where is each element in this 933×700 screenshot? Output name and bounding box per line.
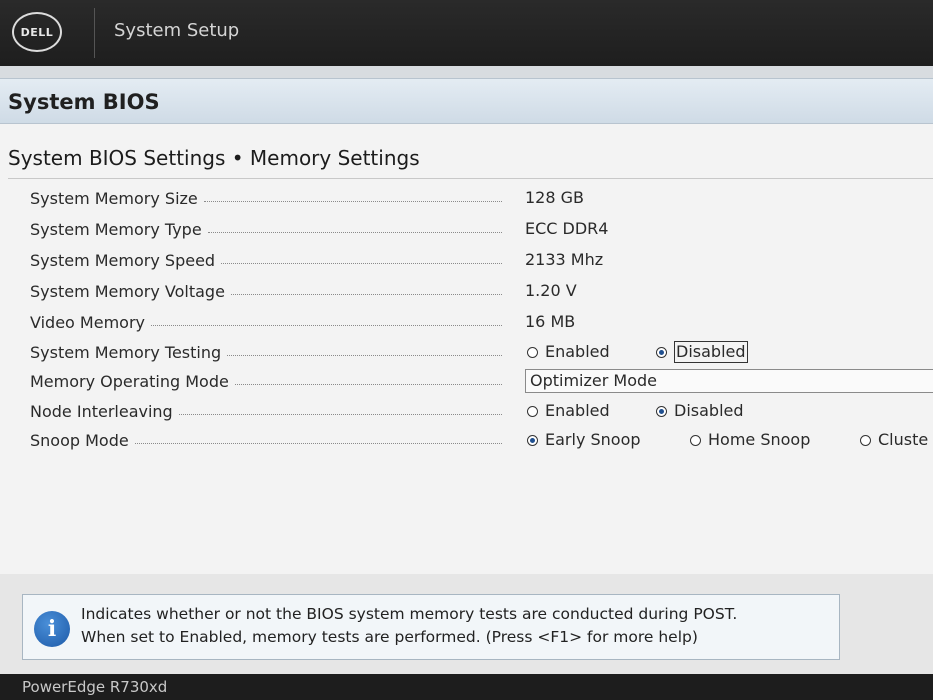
memory-voltage-value: 1.20 V: [525, 281, 577, 300]
radio-unselected-icon[interactable]: [527, 346, 538, 358]
help-line-2: When set to Enabled, memory tests are pe…: [81, 628, 698, 646]
row-snoop-mode: Snoop Mode Early Snoop Home Snoop Cluste: [0, 428, 933, 458]
dotted-leader: [221, 262, 502, 264]
snoop-cluster-radio[interactable]: Cluste: [860, 428, 928, 452]
bios-band: System BIOS: [0, 78, 933, 124]
node-interleaving-enabled-radio[interactable]: Enabled: [527, 399, 610, 423]
snoop-early-radio[interactable]: Early Snoop: [527, 428, 641, 452]
memory-testing-enabled-radio[interactable]: Enabled: [527, 340, 610, 364]
label-wrap: Memory Operating Mode: [30, 369, 502, 393]
setting-label: System Memory Size: [30, 188, 198, 208]
row-memory-operating-mode: Memory Operating Mode Optimizer Mode: [0, 369, 933, 399]
radio-unselected-icon[interactable]: [860, 434, 871, 446]
radio-unselected-icon[interactable]: [527, 405, 538, 417]
radio-label: Early Snoop: [545, 430, 641, 449]
row-system-memory-speed: System Memory Speed 2133 Mhz: [0, 248, 933, 278]
help-area: i Indicates whether or not the BIOS syst…: [0, 574, 933, 674]
radio-selected-icon[interactable]: [656, 405, 667, 417]
radio-unselected-icon[interactable]: [690, 434, 701, 446]
info-icon: i: [34, 611, 70, 647]
dotted-leader: [230, 293, 502, 295]
dotted-leader: [203, 200, 502, 202]
row-system-memory-size: System Memory Size 128 GB: [0, 186, 933, 216]
panel-top-strip: [0, 66, 933, 78]
help-line-1: Indicates whether or not the BIOS system…: [81, 605, 738, 623]
setting-label: System Memory Voltage: [30, 281, 225, 301]
setting-label: System Memory Testing: [30, 342, 222, 362]
dotted-leader: [207, 231, 502, 233]
radio-label: Home Snoop: [708, 430, 811, 449]
setting-label: Video Memory: [30, 312, 145, 332]
radio-label-focused: Disabled: [674, 341, 748, 363]
model-name: PowerEdge R730xd: [22, 678, 168, 696]
operating-mode-select[interactable]: Optimizer Mode: [525, 369, 933, 393]
row-system-memory-voltage: System Memory Voltage 1.20 V: [0, 279, 933, 309]
row-system-memory-type: System Memory Type ECC DDR4: [0, 217, 933, 247]
radio-label: Enabled: [545, 342, 610, 361]
label-wrap: System Memory Testing: [30, 340, 502, 364]
label-wrap: System Memory Size: [30, 186, 502, 210]
setting-label: Node Interleaving: [30, 401, 173, 421]
band-title: System BIOS: [8, 90, 160, 114]
dell-logo: DELL: [12, 12, 62, 52]
radio-selected-icon[interactable]: [527, 434, 538, 446]
memory-testing-disabled-radio[interactable]: Disabled: [656, 340, 748, 364]
snoop-home-radio[interactable]: Home Snoop: [690, 428, 810, 452]
memory-size-value: 128 GB: [525, 188, 584, 207]
memory-type-value: ECC DDR4: [525, 219, 609, 238]
row-node-interleaving: Node Interleaving Enabled Disabled: [0, 399, 933, 429]
node-interleaving-disabled-radio[interactable]: Disabled: [656, 399, 744, 423]
radio-label: Cluste: [878, 430, 929, 449]
setting-label: Memory Operating Mode: [30, 371, 229, 391]
row-system-memory-testing: System Memory Testing Enabled Disabled: [0, 340, 933, 370]
main-panel: System BIOS System BIOS Settings • Memor…: [0, 66, 933, 574]
memory-speed-value: 2133 Mhz: [525, 250, 604, 269]
dotted-leader: [150, 324, 502, 326]
section-divider: [8, 178, 933, 179]
label-wrap: Video Memory: [30, 310, 502, 334]
header-divider: [94, 8, 95, 58]
radio-label: Enabled: [545, 401, 610, 420]
dotted-leader: [227, 354, 502, 356]
label-wrap: System Memory Speed: [30, 248, 502, 272]
dotted-leader: [134, 442, 502, 444]
help-box: i Indicates whether or not the BIOS syst…: [22, 594, 840, 660]
app-title: System Setup: [114, 20, 240, 41]
page-title: System BIOS Settings • Memory Settings: [8, 146, 420, 170]
row-video-memory: Video Memory 16 MB: [0, 310, 933, 340]
footer: PowerEdge R730xd: [0, 674, 933, 700]
label-wrap: Snoop Mode: [30, 428, 502, 452]
radio-selected-icon[interactable]: [656, 346, 667, 358]
video-memory-value: 16 MB: [525, 312, 576, 331]
help-text: Indicates whether or not the BIOS system…: [81, 603, 737, 649]
radio-label: Disabled: [674, 401, 744, 420]
dotted-leader: [178, 413, 502, 415]
setting-label: System Memory Type: [30, 219, 202, 239]
setting-label: Snoop Mode: [30, 430, 129, 450]
label-wrap: System Memory Type: [30, 217, 502, 241]
label-wrap: Node Interleaving: [30, 399, 502, 423]
dotted-leader: [234, 383, 502, 385]
top-header: DELL System Setup: [0, 0, 933, 66]
setting-label: System Memory Speed: [30, 250, 216, 270]
label-wrap: System Memory Voltage: [30, 279, 502, 303]
